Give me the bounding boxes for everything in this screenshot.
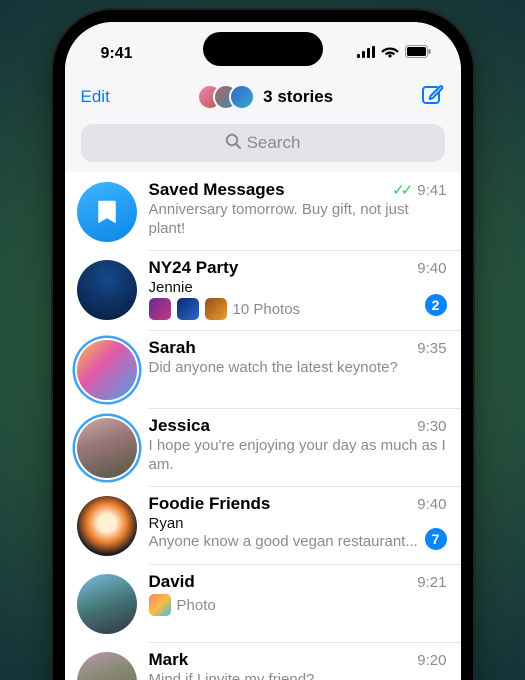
- search-input[interactable]: Search: [81, 124, 445, 162]
- photo-thumb: [205, 298, 227, 320]
- avatar: [77, 182, 137, 242]
- chat-time: 9:35: [417, 340, 446, 357]
- stories-button[interactable]: 3 stories: [197, 84, 333, 110]
- avatar: [77, 574, 137, 634]
- chat-row-saved-messages[interactable]: Saved Messages ✓✓ 9:41 Anniversary tomor…: [65, 172, 461, 250]
- chat-attachment-label: Photo: [177, 597, 216, 614]
- chat-row[interactable]: Sarah 9:35 Did anyone watch the latest k…: [65, 330, 461, 408]
- chat-name: Jessica: [149, 416, 412, 436]
- search-icon: [225, 133, 241, 154]
- chat-row[interactable]: Jessica 9:30 I hope you're enjoying your…: [65, 408, 461, 486]
- avatar[interactable]: [77, 340, 137, 400]
- chat-time: 9:41: [417, 182, 446, 199]
- read-receipt-icon: ✓✓: [392, 181, 409, 199]
- avatar: [77, 260, 137, 320]
- edit-button[interactable]: Edit: [81, 87, 110, 107]
- chat-time: 9:40: [417, 260, 446, 277]
- chat-time: 9:20: [417, 652, 446, 669]
- chat-row[interactable]: Foodie Friends 9:40 Ryan Anyone know a g…: [65, 486, 461, 564]
- chat-sender: Jennie: [149, 279, 447, 296]
- stories-label: 3 stories: [263, 87, 333, 107]
- dynamic-island: [203, 32, 323, 66]
- photo-thumb: [177, 298, 199, 320]
- search-placeholder: Search: [247, 133, 301, 153]
- chat-time: 9:40: [417, 496, 446, 513]
- chat-preview: I hope you're enjoying your day as much …: [149, 437, 447, 475]
- chat-row[interactable]: Mark 9:20 Mind if I invite my friend?: [65, 642, 461, 680]
- chat-time: 9:30: [417, 418, 446, 435]
- chat-name: NY24 Party: [149, 258, 412, 278]
- chat-name: Sarah: [149, 338, 412, 358]
- photo-thumb: [149, 594, 171, 616]
- unread-badge: 7: [425, 528, 447, 550]
- chat-row[interactable]: NY24 Party 9:40 Jennie 10 Photos 2: [65, 250, 461, 330]
- bookmark-icon: [92, 197, 122, 227]
- battery-icon: [405, 45, 431, 63]
- unread-badge: 2: [425, 294, 447, 316]
- chat-attachment-label: 10 Photos: [233, 301, 301, 318]
- photo-thumb: [149, 298, 171, 320]
- wifi-icon: [381, 45, 399, 63]
- chat-time: 9:21: [417, 574, 446, 591]
- chat-name: Mark: [149, 650, 412, 670]
- chat-name: David: [149, 572, 412, 592]
- avatar: [77, 652, 137, 680]
- compose-button[interactable]: [420, 83, 444, 112]
- chat-preview: Anniversary tomorrow. Buy gift, not just…: [149, 201, 447, 239]
- chat-name: Saved Messages: [149, 180, 387, 200]
- chat-preview: Mind if I invite my friend?: [149, 671, 447, 680]
- avatar[interactable]: [77, 418, 137, 478]
- chat-list[interactable]: Saved Messages ✓✓ 9:41 Anniversary tomor…: [65, 172, 461, 680]
- cellular-icon: [357, 45, 375, 63]
- status-time: 9:41: [101, 45, 133, 63]
- stories-avatar-stack: [197, 84, 255, 110]
- chat-preview: Anyone know a good vegan restaurant...: [149, 533, 447, 552]
- chat-sender: Ryan: [149, 515, 447, 532]
- phone-frame: 9:41 Edit 3 stories: [53, 10, 473, 680]
- chat-list-header: Edit 3 stories Search: [65, 72, 461, 172]
- story-avatar: [229, 84, 255, 110]
- chat-name: Foodie Friends: [149, 494, 412, 514]
- chat-preview: Did anyone watch the latest keynote?: [149, 359, 447, 378]
- chat-row[interactable]: David 9:21 Photo: [65, 564, 461, 642]
- avatar: [77, 496, 137, 556]
